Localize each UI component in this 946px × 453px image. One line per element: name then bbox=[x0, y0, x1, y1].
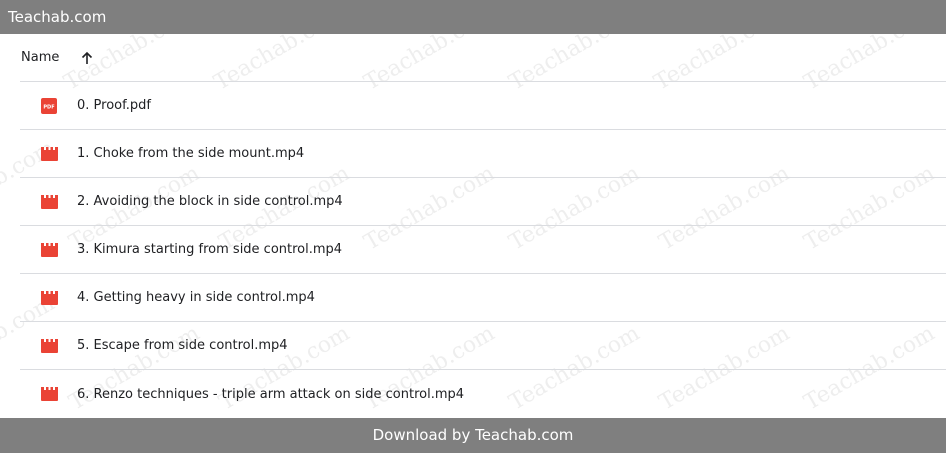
svg-text:PDF: PDF bbox=[43, 104, 54, 110]
list-item[interactable]: PDF 0. Proof.pdf bbox=[20, 82, 946, 130]
arrow-up-icon[interactable] bbox=[79, 50, 95, 66]
file-name: 5. Escape from side control.mp4 bbox=[77, 338, 288, 353]
name-column-header[interactable]: Name bbox=[20, 50, 59, 65]
video-icon bbox=[40, 290, 58, 306]
file-name: 1. Choke from the side mount.mp4 bbox=[77, 146, 305, 161]
video-icon bbox=[40, 242, 58, 258]
video-icon bbox=[40, 386, 58, 402]
list-item[interactable]: 2. Avoiding the block in side control.mp… bbox=[20, 178, 946, 226]
file-list: Name PDF 0. Proof.pdf 1. Choke from the … bbox=[20, 34, 946, 418]
list-item[interactable]: 6. Renzo techniques - triple arm attack … bbox=[20, 370, 946, 418]
pdf-icon: PDF bbox=[40, 97, 58, 114]
video-icon bbox=[40, 146, 58, 162]
list-item[interactable]: 1. Choke from the side mount.mp4 bbox=[20, 130, 946, 178]
site-title: Teachab.com bbox=[0, 0, 946, 34]
list-item[interactable]: 3. Kimura starting from side control.mp4 bbox=[20, 226, 946, 274]
download-footer[interactable]: Download by Teachab.com bbox=[0, 418, 946, 453]
file-name: 2. Avoiding the block in side control.mp… bbox=[77, 194, 343, 209]
file-name: 0. Proof.pdf bbox=[77, 98, 151, 113]
list-item[interactable]: 5. Escape from side control.mp4 bbox=[20, 322, 946, 370]
list-item[interactable]: 4. Getting heavy in side control.mp4 bbox=[20, 274, 946, 322]
file-name: 4. Getting heavy in side control.mp4 bbox=[77, 290, 315, 305]
file-name: 3. Kimura starting from side control.mp4 bbox=[77, 242, 343, 257]
list-header: Name bbox=[20, 34, 946, 82]
file-name: 6. Renzo techniques - triple arm attack … bbox=[77, 386, 465, 402]
video-icon bbox=[40, 194, 58, 210]
video-icon bbox=[40, 338, 58, 354]
